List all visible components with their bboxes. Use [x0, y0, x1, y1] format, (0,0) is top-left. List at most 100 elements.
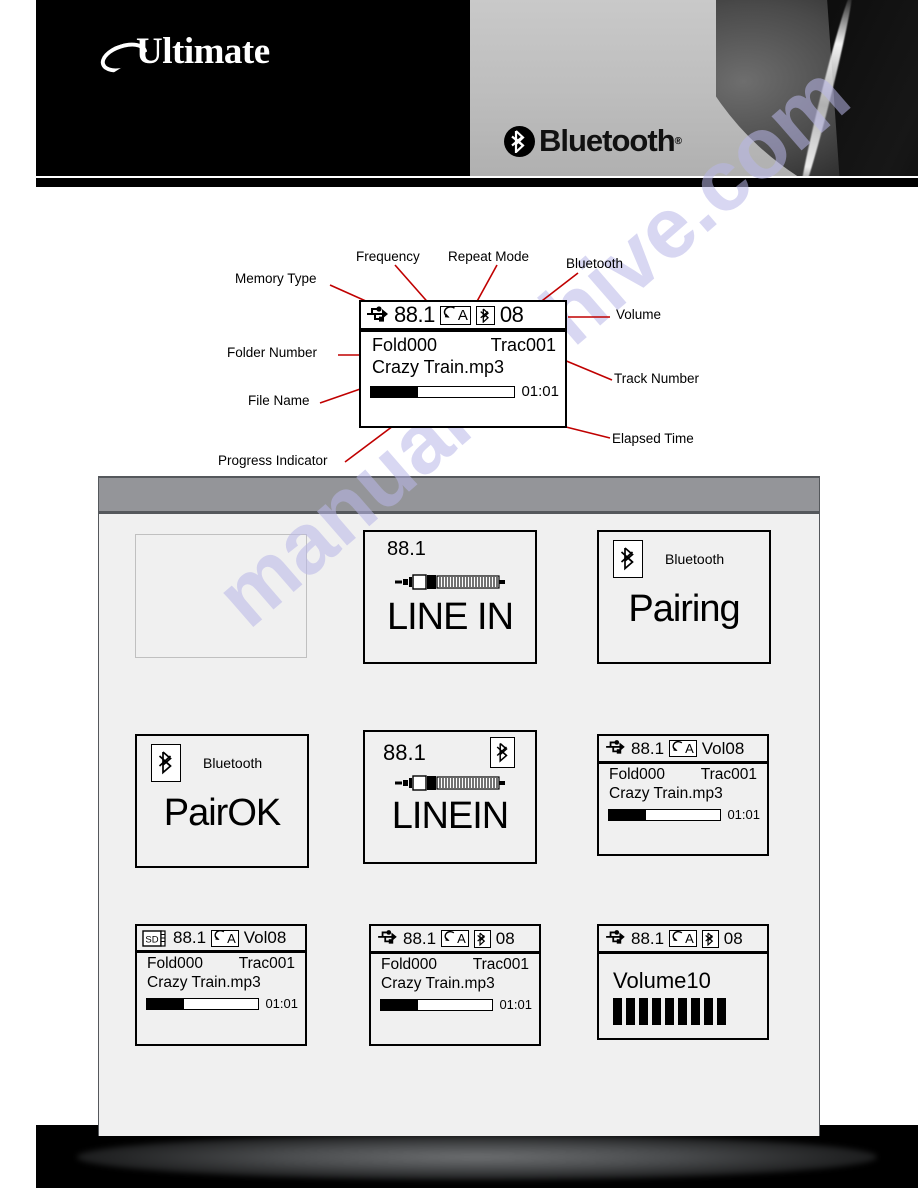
frequency-value: 88.1: [403, 928, 437, 948]
label-volume: Volume: [616, 307, 662, 322]
screen-bt-pairok: Bluetooth PairOK: [135, 734, 309, 868]
screen-examples-panel: 88.1 LINE IN Bluetooth Pairing Bluetooth…: [98, 476, 820, 1136]
repeat-arrow-icon: [671, 740, 684, 758]
lcd-file-name: Crazy Train.mp3: [372, 357, 505, 377]
lcd-status-bar: 88.1 A 08: [361, 302, 565, 332]
lcd-progress-row: 01:01: [137, 993, 305, 1011]
panel-title-bar: [99, 476, 819, 514]
svg-text:SD: SD: [145, 934, 158, 945]
bluetooth-icon: [504, 125, 535, 157]
progress-indicator: [608, 808, 722, 821]
label-file-name: File Name: [248, 393, 310, 408]
display-callout-diagram: Memory Type Frequency Repeat Mode Blueto…: [0, 195, 918, 470]
status-label: Pairing: [628, 588, 740, 630]
folder-value: Fold000: [372, 335, 438, 355]
frequency-value: 88.1: [173, 928, 207, 947]
screen-bt-pairing: Bluetooth Pairing: [597, 530, 771, 664]
repeat-arrow-icon: [213, 929, 226, 947]
repeat-arrow-icon: [443, 930, 456, 948]
frequency-value: 88.1: [631, 928, 665, 948]
repeat-arrow-icon: [442, 305, 457, 325]
volume-value: 08: [495, 928, 515, 948]
header-black-band: [36, 0, 470, 176]
bluetooth-icon: [613, 540, 643, 578]
screen-sd-player-vol: SD 88.1 A Vol08 Fold000 Trac001 Crazy Tr…: [135, 924, 307, 1046]
lcd-file-name: Crazy Train.mp3: [147, 974, 261, 991]
label-bluetooth: Bluetooth: [566, 256, 624, 271]
label-memory-type: Memory Type: [235, 271, 317, 286]
track-value: Trac001: [490, 335, 556, 355]
lcd-status-bar: 88.1 A Vol08: [599, 736, 767, 764]
repeat-mode-letter: A: [685, 931, 694, 946]
header-rule: [36, 178, 918, 187]
repeat-arrow-icon: [671, 930, 684, 948]
lcd-progress-row: 01:01: [361, 379, 565, 400]
volume-label: Volume10: [613, 968, 711, 993]
swoosh-icon: [98, 39, 144, 69]
label-folder-number: Folder Number: [227, 345, 318, 360]
lcd-progress-row: 01:01: [371, 994, 539, 1012]
elapsed-time-value: 01:01: [727, 807, 760, 822]
track-value: Trac001: [238, 955, 295, 972]
status-label: PairOK: [163, 792, 281, 834]
folder-value: Fold000: [609, 766, 666, 783]
lcd-folder-track-row: Fold000 Trac001: [371, 954, 539, 974]
progress-indicator: [146, 997, 260, 1010]
mode-label: LINEIN: [391, 795, 509, 837]
lcd-display-annotated: 88.1 A 08 Fold000 Trac001 Crazy Train.mp…: [359, 300, 567, 428]
product-photo: [716, 0, 918, 176]
repeat-mode-letter: A: [685, 741, 694, 756]
lcd-status-bar: 88.1 A 08: [371, 926, 539, 954]
progress-indicator: [370, 385, 516, 398]
registered-mark: ®: [674, 135, 683, 147]
bluetooth-caption: Bluetooth: [665, 551, 725, 567]
elapsed-time-value: 01:01: [521, 383, 559, 400]
brand-name: Ultimate: [136, 31, 270, 72]
lcd-folder-track-row: Fold000 Trac001: [599, 764, 767, 784]
volume-value: Vol08: [701, 738, 745, 758]
repeat-mode-indicator: A: [669, 930, 697, 947]
repeat-mode-indicator: A: [669, 740, 697, 757]
folder-value: Fold000: [147, 955, 204, 972]
elapsed-time-value: 01:01: [265, 996, 298, 1011]
usb-icon: [365, 304, 389, 327]
repeat-mode-indicator: A: [439, 305, 471, 325]
frequency-value: 88.1: [631, 738, 665, 758]
repeat-mode-letter: A: [457, 306, 468, 324]
repeat-mode-letter: A: [457, 931, 466, 946]
usb-icon: [604, 928, 626, 949]
repeat-mode-indicator: A: [441, 930, 469, 947]
volume-value: 08: [723, 928, 743, 948]
volume-level-bars: [599, 994, 767, 1025]
label-frequency: Frequency: [356, 249, 420, 264]
bluetooth-caption: Bluetooth: [203, 755, 263, 771]
screen-blank: [135, 534, 307, 658]
label-progress-indicator: Progress Indicator: [218, 453, 328, 468]
lcd-folder-track-row: Fold000 Trac001: [361, 332, 565, 356]
folder-value: Fold000: [381, 956, 438, 973]
screen-line-in-fm: 88.1 LINE IN: [363, 530, 537, 664]
audio-jack-icon: [365, 573, 535, 590]
bluetooth-icon: [490, 737, 515, 768]
progress-indicator: [380, 998, 494, 1011]
bluetooth-wordmark: Bluetooth: [539, 123, 676, 158]
bluetooth-icon: [151, 744, 181, 782]
lcd-progress-row: 01:01: [599, 804, 767, 822]
sd-card-icon: SD: [142, 929, 168, 948]
repeat-mode-letter: A: [227, 930, 236, 946]
lcd-status-bar: 88.1 A 08: [599, 926, 767, 954]
usb-icon: [376, 928, 398, 949]
audio-jack-icon: [365, 774, 535, 791]
screen-grid: 88.1 LINE IN Bluetooth Pairing Bluetooth…: [99, 522, 819, 1122]
bluetooth-icon: [475, 305, 495, 325]
bluetooth-icon: [473, 929, 491, 948]
label-track-number: Track Number: [614, 371, 700, 386]
brand-logo: Ultimate: [98, 30, 270, 73]
volume-value: 08: [499, 302, 524, 327]
bluetooth-logo: Bluetooth ®: [504, 123, 682, 159]
label-elapsed-time: Elapsed Time: [612, 431, 694, 446]
lcd-file-name: Crazy Train.mp3: [381, 975, 495, 992]
frequency-value: 88.1: [387, 538, 426, 560]
mode-label: LINE IN: [386, 596, 514, 638]
track-value: Trac001: [472, 956, 529, 973]
